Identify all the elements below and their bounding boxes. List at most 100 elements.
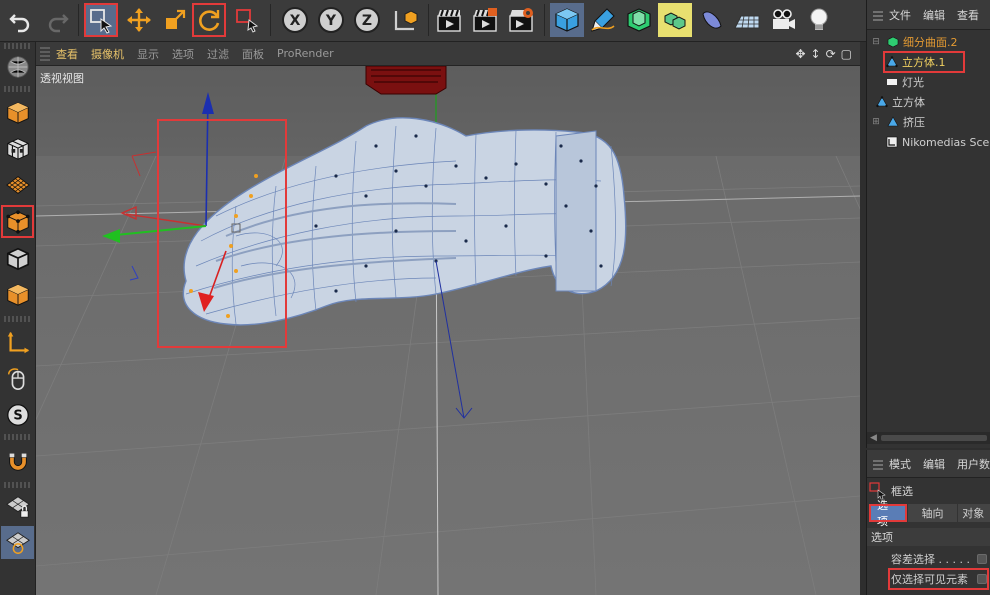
workplane-mode-icon — [5, 175, 30, 194]
section-options-title: 选项 — [867, 528, 990, 546]
camera-button[interactable] — [766, 3, 800, 37]
scale-button[interactable] — [158, 3, 192, 37]
array-button[interactable] — [658, 3, 692, 37]
tree-item-cube[interactable]: 立方体 — [875, 92, 990, 112]
workplane-mode-button[interactable] — [1, 168, 34, 201]
axis-mode-icon — [7, 331, 29, 353]
menu-panel[interactable]: 面板 — [242, 46, 264, 62]
lock-grid-icon — [5, 495, 30, 518]
texture-mode-icon — [6, 137, 29, 160]
z-axis-button[interactable]: Z — [350, 3, 384, 37]
menu-file[interactable]: 文件 — [889, 7, 911, 23]
x-axis-label: X — [290, 13, 301, 29]
mesh-object[interactable] — [182, 117, 627, 326]
live-select-icon — [90, 9, 113, 34]
tree-item-light[interactable]: 灯光 — [885, 72, 990, 92]
cube-object-button[interactable] — [550, 3, 584, 37]
edges-mode-icon — [6, 247, 29, 270]
render-settings-button[interactable] — [504, 3, 538, 37]
polygons-mode-button[interactable] — [1, 278, 34, 311]
edges-mode-button[interactable] — [1, 242, 34, 275]
move-button[interactable] — [122, 3, 156, 37]
y-axis-icon: Y — [318, 7, 344, 33]
pan-view-icon[interactable]: ✥ — [795, 47, 805, 61]
camera-icon — [773, 9, 795, 29]
perspective-viewport[interactable]: 透视视图 — [36, 66, 860, 595]
tree-item-scene[interactable]: Nikomedias Scene — [885, 132, 990, 152]
tab-axis[interactable]: 轴向 — [907, 504, 958, 522]
deformer-button[interactable] — [694, 3, 728, 37]
tweak-mode-button[interactable] — [1, 362, 34, 395]
expand-toggle-icon[interactable]: ⊞ — [869, 115, 883, 129]
menu-mode[interactable]: 模式 — [889, 456, 911, 472]
axis-mode-button[interactable] — [1, 326, 34, 359]
rotate-view-icon[interactable]: ⟳ — [826, 47, 836, 61]
undo-button[interactable] — [4, 3, 38, 37]
subdivision-surface-button[interactable] — [622, 3, 656, 37]
light-object-icon — [885, 75, 899, 89]
snap-button[interactable] — [1, 444, 34, 477]
maximize-view-icon[interactable]: ▢ — [841, 47, 852, 61]
menu-camera[interactable]: 摄像机 — [91, 46, 124, 62]
clapperboard-play-icon — [473, 8, 497, 32]
pen-spline-button[interactable] — [586, 3, 620, 37]
z-axis-label: Z — [362, 13, 372, 29]
tree-item-highlight-box — [883, 51, 965, 73]
tree-item-label: 立方体 — [892, 96, 925, 109]
menu-view[interactable]: 查看 — [957, 7, 979, 23]
tab-object[interactable]: 对象 — [958, 504, 990, 522]
tab-options[interactable]: 选项 — [869, 499, 907, 528]
z-axis-icon: Z — [354, 7, 380, 33]
coordinate-system-icon — [394, 10, 418, 31]
points-mode-button[interactable] — [1, 205, 34, 238]
clapperboard-icon — [437, 9, 461, 32]
menu-edit[interactable]: 编辑 — [923, 7, 945, 23]
tolerant-selection-checkbox[interactable] — [977, 554, 987, 564]
clapperboard-gear-icon — [509, 8, 533, 32]
expand-toggle-icon[interactable]: ⊟ — [869, 35, 883, 49]
deformer-icon — [702, 11, 722, 29]
texture-mode-button[interactable] — [1, 132, 34, 165]
solo-button[interactable]: S — [1, 398, 34, 431]
subdivision-icon — [627, 8, 651, 32]
recent-tools-button[interactable] — [230, 3, 264, 37]
scale-icon — [166, 9, 186, 29]
scrollbar-thumb[interactable] — [881, 435, 987, 441]
menu-filter[interactable]: 过滤 — [207, 46, 229, 62]
lock-workplane-button[interactable] — [1, 490, 34, 523]
rotate-icon — [199, 10, 220, 31]
tree-item-extrude[interactable]: ⊞ 挤压 — [869, 112, 990, 132]
x-axis-button[interactable]: X — [278, 3, 312, 37]
floor-button[interactable] — [730, 3, 764, 37]
coordinate-system-button[interactable] — [388, 3, 422, 37]
live-selection-button[interactable] — [84, 3, 118, 37]
menu-view[interactable]: 查看 — [56, 46, 78, 62]
planar-workplane-button[interactable] — [1, 526, 34, 559]
tree-item-label: 挤压 — [903, 116, 925, 129]
redo-button[interactable] — [40, 3, 74, 37]
dolly-view-icon[interactable]: ↕ — [811, 47, 821, 61]
menu-user-data[interactable]: 用户数据 — [957, 456, 990, 472]
rotate-button[interactable] — [192, 3, 226, 37]
polygon-object-icon — [875, 95, 889, 109]
option-highlight-box — [888, 568, 989, 590]
recent-tools-icon — [236, 9, 259, 33]
render-to-picture-viewer-button[interactable] — [468, 3, 502, 37]
floor-icon — [734, 15, 760, 29]
menu-options[interactable]: 选项 — [172, 46, 194, 62]
model-mode-button[interactable] — [1, 96, 34, 129]
menu-display[interactable]: 显示 — [137, 46, 159, 62]
polygons-mode-icon — [6, 283, 29, 306]
tree-item-subdivision-surface[interactable]: ⊟ 细分曲面.2 — [869, 32, 990, 52]
light-button[interactable] — [802, 3, 836, 37]
attribute-subtabs: 选项 轴向 对象 — [869, 499, 990, 528]
make-editable-button[interactable] — [1, 50, 34, 83]
menu-edit[interactable]: 编辑 — [923, 456, 945, 472]
viewport-scene — [36, 66, 860, 595]
y-axis-button[interactable]: Y — [314, 3, 348, 37]
render-view-button[interactable] — [432, 3, 466, 37]
undo-icon — [9, 14, 30, 33]
menu-prorender[interactable]: ProRender — [277, 47, 334, 60]
object-manager-scrollbar[interactable]: ◀ — [867, 432, 990, 444]
x-axis-icon: X — [282, 7, 308, 33]
